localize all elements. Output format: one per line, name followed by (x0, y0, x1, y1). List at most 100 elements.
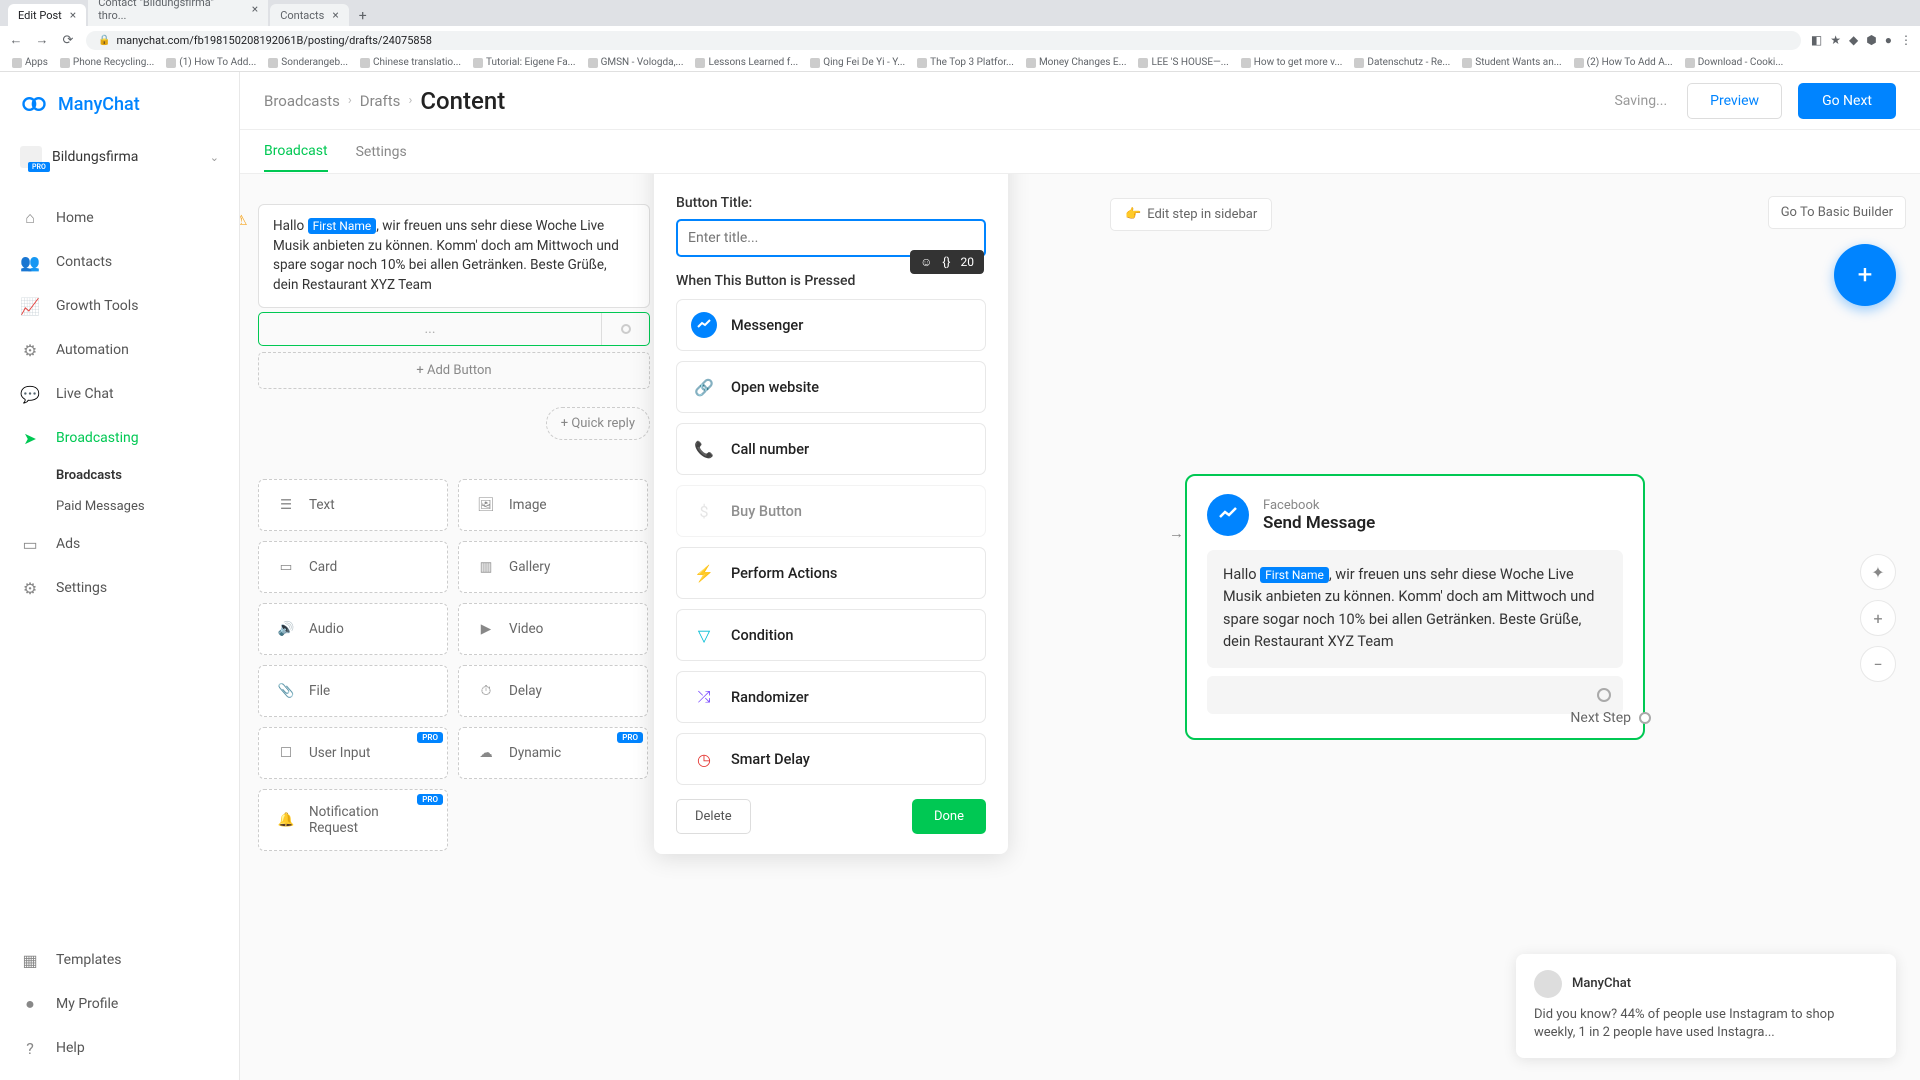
action-randomizer[interactable]: ⤮Randomizer (676, 671, 986, 723)
browser-tab[interactable]: Edit Post× (8, 4, 86, 26)
tab-broadcast[interactable]: Broadcast (264, 132, 328, 172)
connector-icon[interactable] (1639, 712, 1651, 724)
zoom-out-icon[interactable]: − (1860, 646, 1896, 682)
block-dynamic[interactable]: PRO☁Dynamic (458, 727, 648, 779)
action-website[interactable]: 🔗Open website (676, 361, 986, 413)
go-next-button[interactable]: Go Next (1798, 83, 1896, 119)
bookmark[interactable]: (1) How To Add... (162, 57, 260, 68)
bookmark[interactable]: Chinese translatio... (356, 57, 465, 68)
forward-icon[interactable]: → (34, 32, 50, 48)
subnav-paid[interactable]: Paid Messages (56, 491, 239, 522)
basic-builder-button[interactable]: Go To Basic Builder (1768, 196, 1906, 229)
nav-settings[interactable]: ⚙Settings (0, 566, 239, 610)
bookmark[interactable]: Phone Recycling... (56, 57, 158, 68)
nav-home[interactable]: ⌂Home (0, 196, 239, 240)
block-userinput[interactable]: PRO☐User Input (258, 727, 448, 779)
close-icon[interactable]: ✕ (971, 174, 986, 178)
bookmark[interactable]: (2) How To Add A... (1570, 57, 1677, 68)
block-file[interactable]: 📎File (258, 665, 448, 717)
bookmark[interactable]: Student Wants an... (1458, 57, 1565, 68)
bookmark[interactable]: Money Changes E... (1022, 57, 1131, 68)
block-image[interactable]: 🖼Image (458, 479, 648, 531)
logo[interactable]: ManyChat (0, 72, 239, 136)
nav-help[interactable]: ?Help (0, 1026, 239, 1070)
tab-settings[interactable]: Settings (356, 133, 407, 171)
message-card[interactable]: ⚠ Hallo First Name, wir freuen uns sehr … (258, 204, 650, 308)
action-messenger[interactable]: Messenger (676, 299, 986, 351)
bookmark[interactable]: Datenschutz - Re... (1350, 57, 1454, 68)
block-card[interactable]: ▭Card (258, 541, 448, 593)
block-video[interactable]: ▶Video (458, 603, 648, 655)
broadcast-icon: ➤ (20, 428, 40, 448)
braces-icon[interactable]: {} (942, 255, 950, 269)
extension-icon[interactable]: ◆ (1849, 33, 1858, 47)
nav-automation[interactable]: ⚙Automation (0, 328, 239, 372)
add-fab[interactable]: + (1834, 244, 1896, 306)
quick-reply-button[interactable]: + Quick reply (546, 407, 650, 440)
org-selector[interactable]: PRO Bildungsfirma ⌄ (0, 136, 239, 178)
done-button[interactable]: Done (912, 799, 986, 834)
bookmark[interactable]: Apps (8, 57, 52, 68)
bookmark[interactable]: Lessons Learned f... (691, 57, 802, 68)
extension-icon[interactable]: ⬢ (1866, 33, 1876, 47)
action-condition[interactable]: ▽Condition (676, 609, 986, 661)
zoom-in-icon[interactable]: + (1860, 600, 1896, 636)
block-gallery[interactable]: ▥Gallery (458, 541, 648, 593)
flow-node[interactable]: → Facebook Send Message Hallo First Name… (1185, 474, 1645, 740)
nav-growth[interactable]: 📈Growth Tools (0, 284, 239, 328)
bookmark[interactable]: GMSN - Vologda,... (584, 57, 688, 68)
browser-tab[interactable]: Contact "Bildungsfirma" thro...× (88, 0, 268, 26)
new-tab-button[interactable]: + (351, 6, 375, 26)
avatar-icon[interactable]: ● (1885, 33, 1892, 47)
action-call[interactable]: 📞Call number (676, 423, 986, 475)
action-perform[interactable]: ⚡Perform Actions (676, 547, 986, 599)
edit-sidebar-chip[interactable]: 👉Edit step in sidebar (1110, 198, 1272, 231)
block-audio[interactable]: 🔊Audio (258, 603, 448, 655)
nav-templates[interactable]: ▦Templates (0, 938, 239, 982)
bookmark[interactable]: Tutorial: Eigene Fa... (469, 57, 580, 68)
subnav-broadcasts[interactable]: Broadcasts (56, 460, 239, 491)
back-icon[interactable]: ← (8, 32, 24, 48)
connector-icon[interactable] (601, 313, 649, 345)
address-bar[interactable]: 🔒manychat.com/fb198150208192061B/posting… (86, 31, 1801, 50)
nav-contacts[interactable]: 👥Contacts (0, 240, 239, 284)
block-notification[interactable]: PRO🔔Notification Request (258, 789, 448, 851)
variable-chip[interactable]: First Name (308, 218, 377, 234)
bookmark[interactable]: Qing Fei De Yi - Y... (806, 57, 909, 68)
close-icon[interactable]: × (70, 8, 76, 22)
bookmark[interactable]: The Top 3 Platfor... (913, 57, 1018, 68)
node-button-slot[interactable] (1207, 676, 1623, 714)
nav-broadcasting[interactable]: ➤Broadcasting (0, 416, 239, 460)
bookmark[interactable]: LEE 'S HOUSE—... (1134, 57, 1232, 68)
close-icon[interactable]: × (252, 2, 258, 16)
extension-icon[interactable]: ◧ (1811, 33, 1822, 47)
add-button[interactable]: + Add Button (258, 352, 650, 389)
sub-nav: Broadcasts Paid Messages (0, 460, 239, 522)
delete-button[interactable]: Delete (676, 799, 751, 834)
block-text[interactable]: ☰Text (258, 479, 448, 531)
nav-livechat[interactable]: 💬Live Chat (0, 372, 239, 416)
bookmark[interactable]: How to get more v... (1237, 57, 1347, 68)
breadcrumb[interactable]: Broadcasts (264, 92, 340, 110)
browser-tab[interactable]: Contacts× (270, 4, 349, 26)
connector-icon[interactable] (1597, 688, 1611, 702)
nav-profile[interactable]: ●My Profile (0, 982, 239, 1026)
block-delay[interactable]: ⏱Delay (458, 665, 648, 717)
zoom-fit-icon[interactable]: ✦ (1860, 554, 1896, 590)
button-slot[interactable]: ... (258, 312, 650, 346)
close-icon[interactable]: × (332, 8, 338, 22)
extension-icon[interactable]: ★ (1830, 33, 1841, 47)
preview-button[interactable]: Preview (1687, 83, 1782, 119)
nav-ads[interactable]: ▭Ads (0, 522, 239, 566)
browser-tabs: Edit Post× Contact "Bildungsfirma" thro.… (0, 0, 1920, 26)
menu-icon[interactable]: ⋮ (1900, 33, 1912, 47)
tip-card[interactable]: ManyChat Did you know? 44% of people use… (1516, 954, 1896, 1058)
canvas[interactable]: ⚠ Hallo First Name, wir freuen uns sehr … (240, 174, 1920, 1080)
bookmark[interactable]: Sonderangeb... (264, 57, 352, 68)
breadcrumb[interactable]: Drafts (360, 92, 401, 110)
action-delay[interactable]: ◷Smart Delay (676, 733, 986, 785)
bookmark[interactable]: Download - Cooki... (1681, 57, 1788, 68)
emoji-icon[interactable]: ☺ (920, 255, 932, 269)
reload-icon[interactable]: ⟳ (60, 32, 76, 48)
next-step[interactable]: Next Step (1570, 710, 1651, 726)
